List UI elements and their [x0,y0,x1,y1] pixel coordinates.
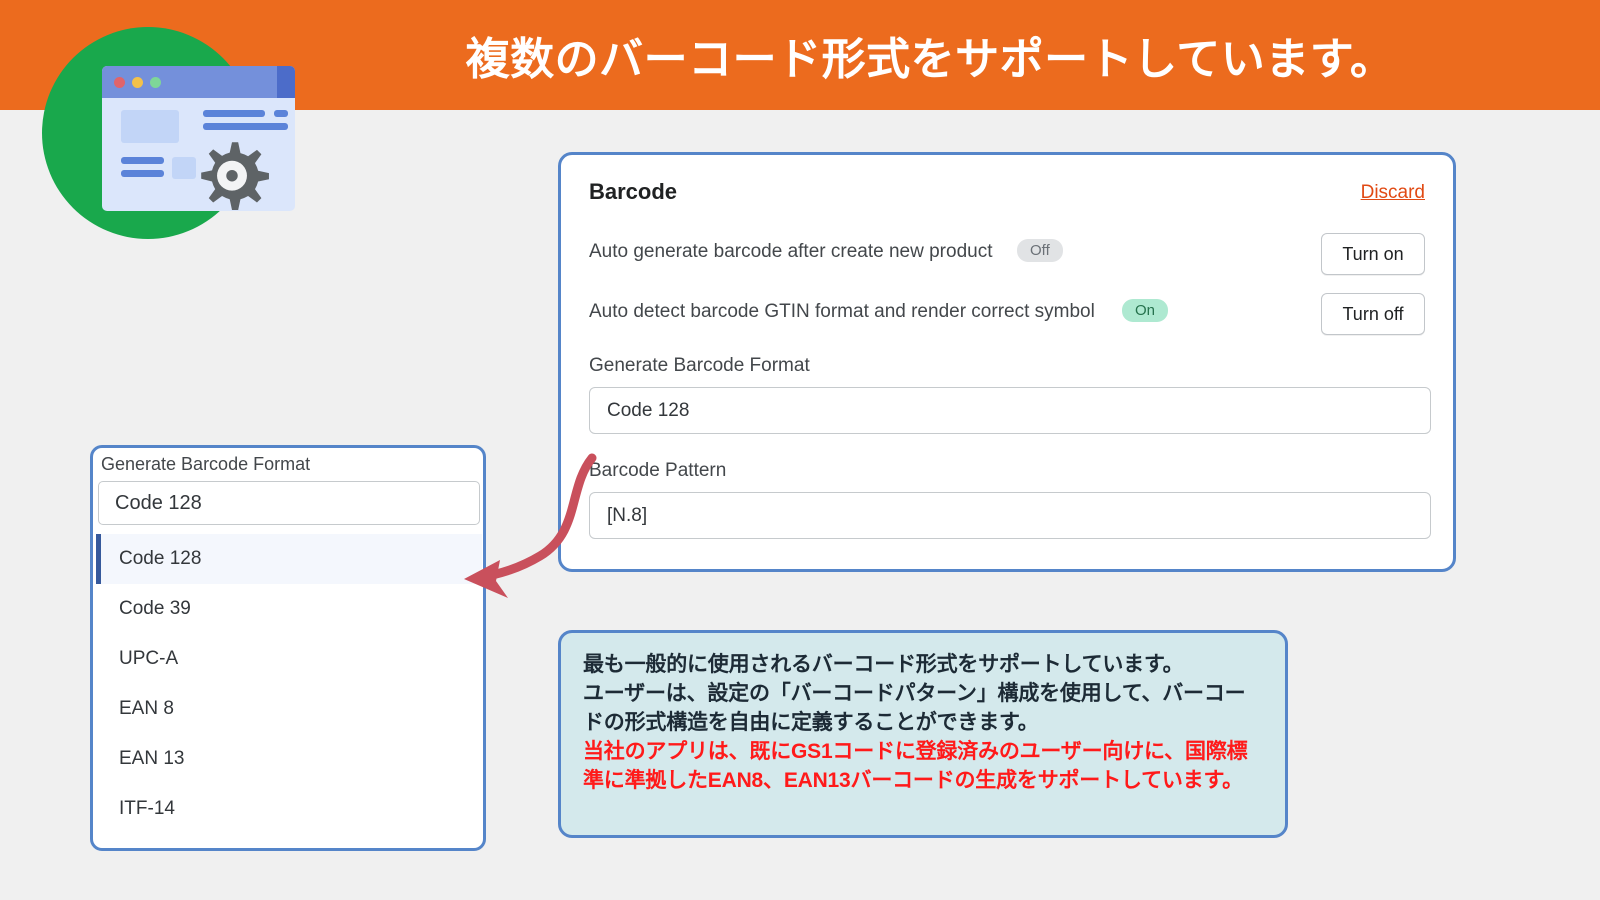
app-settings-logo [40,22,295,242]
window-maximize-dot-icon [150,77,161,88]
callout-line-1: 最も一般的に使用されるバーコード形式をサポートしています。 [583,653,1184,676]
dropdown-option-upc-a[interactable]: UPC-A [96,634,482,684]
turn-on-button[interactable]: Turn on [1321,233,1425,275]
setting-row-auto-generate: Auto generate barcode after create new p… [589,233,1425,275]
turn-off-button[interactable]: Turn off [1321,293,1425,335]
content-line-3 [121,157,164,164]
status-badge-on: On [1122,299,1169,322]
callout-line-2: ユーザーは、設定の「バーコードパターン」構成を使用して、バーコードの形式構造を自… [583,681,1246,734]
dropdown-option-itf-14[interactable]: ITF-14 [96,784,482,834]
content-line-1b [274,110,288,117]
field-label-barcode-pattern: Barcode Pattern [589,460,727,481]
field-label-generate-barcode-format: Generate Barcode Format [589,355,810,376]
card-title: Barcode [589,179,678,204]
gear-icon [188,137,276,225]
card-header: Barcode Discard [589,179,1425,211]
content-line-4 [121,170,164,177]
callout-line-3-highlighted: 当社のアプリは、既にGS1コードに登録済みのユーザー向けに、国際標準に準拠したE… [583,739,1248,792]
dropdown-option-code-39[interactable]: Code 39 [96,584,482,634]
dropdown-select-input[interactable]: Code 128 [98,481,480,525]
window-minimize-dot-icon [132,77,143,88]
dropdown-option-code-128[interactable]: Code 128 [96,534,482,584]
barcode-format-dropdown-popup: Generate Barcode Format Code 128 Code 12… [90,445,486,851]
setting-label-auto-detect: Auto detect barcode GTIN format and rend… [589,301,1095,322]
page-title: 複数のバーコード形式をサポートしています。 [465,35,1395,84]
content-line-2 [203,123,288,130]
dropdown-option-ean-13[interactable]: EAN 13 [96,734,482,784]
content-block-image [121,110,179,143]
browser-titlebar [102,66,295,98]
barcode-settings-card: Barcode Discard Auto generate barcode af… [558,152,1456,572]
window-close-dot-icon [114,77,125,88]
dropdown-option-ean-8[interactable]: EAN 8 [96,684,482,734]
japanese-description-callout: 最も一般的に使用されるバーコード形式をサポートしています。 ユーザーは、設定の「… [558,630,1288,838]
browser-titlebar-accent [277,66,295,98]
setting-label-auto-generate: Auto generate barcode after create new p… [589,241,993,262]
discard-link[interactable]: Discard [1361,182,1425,204]
barcode-pattern-input[interactable]: [N.8] [589,492,1431,539]
setting-row-auto-detect: Auto detect barcode GTIN format and rend… [589,293,1425,335]
dropdown-field-label: Generate Barcode Format [101,454,311,474]
status-badge-off: Off [1017,239,1063,262]
dropdown-option-list: Code 128 Code 39 UPC-A EAN 8 EAN 13 ITF-… [96,534,482,848]
generate-barcode-format-select[interactable]: Code 128 [589,387,1431,434]
content-line-1 [203,110,265,117]
